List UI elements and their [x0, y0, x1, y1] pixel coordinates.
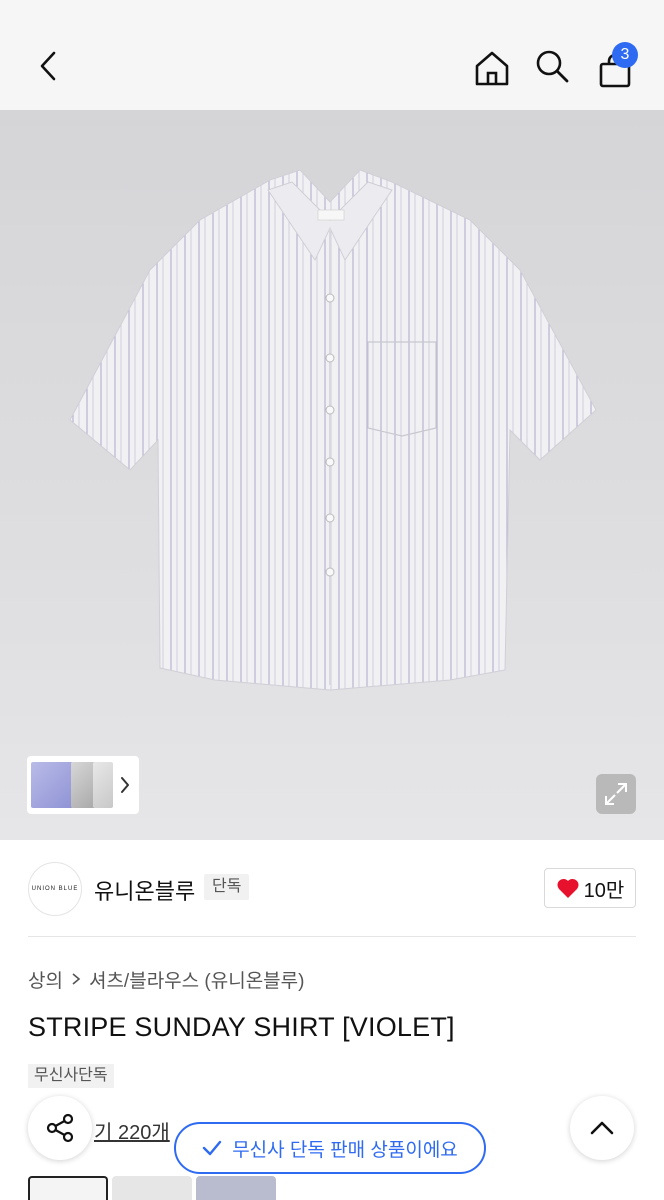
chevron-left-icon	[40, 51, 56, 81]
home-button[interactable]	[470, 46, 514, 90]
search-button[interactable]	[532, 46, 572, 86]
home-icon	[475, 51, 509, 86]
brand-name[interactable]: 유니온블루	[94, 874, 195, 906]
chevron-right-icon	[72, 973, 81, 985]
like-button[interactable]: 10만	[544, 868, 636, 908]
breadcrumb-category[interactable]: 상의	[28, 966, 63, 993]
exclusive-toast: 무신사 단독 판매 상품이에요	[174, 1122, 486, 1174]
product-image[interactable]	[0, 110, 664, 840]
chevron-up-icon	[590, 1121, 614, 1135]
shirt-photo	[69, 169, 597, 691]
top-nav-bar: 3	[0, 0, 664, 110]
cart-button[interactable]: 3	[592, 42, 638, 90]
color-option-selected[interactable]	[28, 1176, 108, 1200]
scroll-to-top-button[interactable]	[570, 1096, 634, 1160]
thumbnail-violet[interactable]	[31, 762, 73, 808]
review-count-link[interactable]: 기 220개	[94, 1116, 170, 1145]
cart-count-badge: 3	[612, 42, 638, 68]
brand-logo-text: UNION BLUE	[31, 886, 79, 892]
share-button[interactable]	[28, 1096, 92, 1160]
heart-icon	[557, 878, 579, 898]
share-icon	[46, 1113, 74, 1143]
toast-text: 무신사 단독 판매 상품이에요	[232, 1139, 458, 1161]
brand-row: UNION BLUE 유니온블루 단독 10만	[28, 862, 636, 918]
brand-logo[interactable]: UNION BLUE	[28, 862, 82, 916]
chevron-right-icon[interactable]	[119, 775, 131, 795]
back-button[interactable]	[28, 46, 68, 86]
like-count: 10만	[583, 879, 625, 902]
search-icon	[536, 50, 569, 83]
thumbnail-strip[interactable]	[27, 756, 139, 814]
product-title: STRIPE SUNDAY SHIRT [VIOLET]	[28, 1012, 455, 1042]
breadcrumb: 상의 셔츠/블라우스 (유니온블루)	[28, 966, 304, 992]
brand-exclusive-tag: 단독	[204, 874, 250, 900]
check-icon	[202, 1140, 222, 1156]
color-option[interactable]	[196, 1176, 276, 1200]
expand-icon	[605, 783, 627, 805]
color-option[interactable]	[112, 1176, 192, 1200]
divider	[28, 936, 636, 937]
exclusive-badge: 무신사단독	[28, 1064, 114, 1088]
expand-image-button[interactable]	[596, 774, 636, 814]
thumbnail-light[interactable]	[93, 762, 113, 808]
breadcrumb-subcategory[interactable]: 셔츠/블라우스 (유니온블루)	[89, 966, 305, 993]
